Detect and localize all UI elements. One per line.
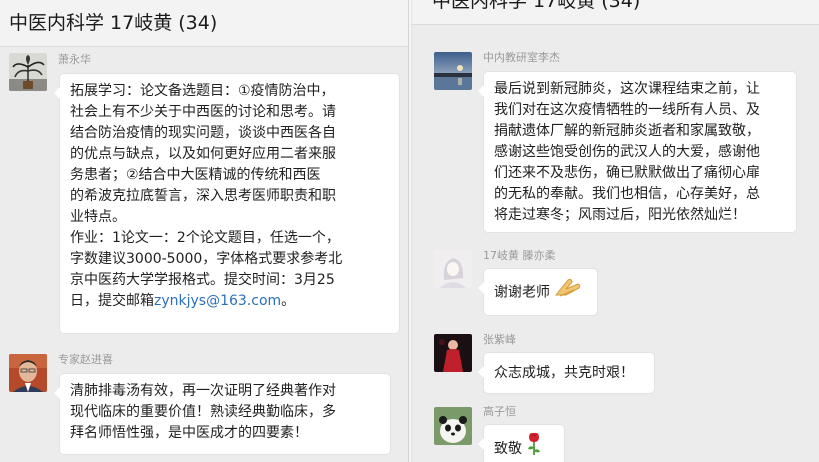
- message-line: 字数建议3000-5000，字体格式要求参考北: [70, 251, 343, 267]
- message-line: 业特点。: [70, 209, 126, 225]
- message-line: 的希波克拉底誓言，深入思考医师职责和职: [70, 188, 336, 204]
- message-line: 现代临床的重要价值！熟读经典勤临床，多: [70, 404, 336, 420]
- message-line: 最后说到新冠肺炎，这次课程结束之前，让: [494, 81, 760, 97]
- girl-sketch-avatar[interactable]: [434, 250, 472, 288]
- message-bubble[interactable]: 拓展学习：论文备选题目：①疫情防治中， 社会上有不少关于中西医的讨论和思考。请 …: [54, 74, 399, 333]
- man-portrait-avatar[interactable]: [9, 354, 47, 392]
- panda-avatar[interactable]: [434, 407, 472, 445]
- message-bubble[interactable]: 清肺排毒汤有效，再一次证明了经典著作对 现代临床的重要价值！熟读经典勤临床，多 …: [54, 374, 390, 454]
- message-line: 社会上有不少关于中西医的讨论和思考。请: [70, 104, 336, 120]
- message-line: 务患者；②结合中大医精诚的传统和西医: [70, 167, 321, 183]
- message-text: 。: [281, 293, 296, 309]
- sender-name: 专家赵进喜: [58, 353, 113, 366]
- message-line: 拜名师悟性强，是中医成才的四要素！: [70, 425, 308, 441]
- message-line: 我们对在这次疫情牺牲的一线所有人员、及: [494, 102, 760, 118]
- praying-hands-emoji: [554, 276, 582, 309]
- message-bubble[interactable]: 众志成城，共克时艰！: [478, 353, 654, 393]
- email-link[interactable]: zynkjys@163.com: [154, 293, 281, 309]
- message-text: 致敬: [494, 441, 522, 457]
- message-line: 的优点与缺点，以及如何更好应用二者来服: [70, 146, 336, 162]
- message-text: 日，提交邮箱: [70, 293, 154, 309]
- message-line: 作业：1论文一：2个论文题目，任选一个，: [70, 230, 340, 246]
- rose-emoji: [526, 432, 542, 462]
- sender-name: 张紫峰: [483, 333, 516, 346]
- message-line: 捐献遗体厂解的新冠肺炎逝者和家属致敬，: [494, 123, 760, 139]
- message-line: 感谢这些饱受创伤的武汉人的大爱，感谢他: [494, 144, 760, 160]
- sender-name: 17岐黄 滕亦柔: [483, 249, 556, 262]
- chat-pane-left[interactable]: 中医内科学 17岐黄 (34) 萧永华 拓展学习：论文备选题目：①疫情防治中， …: [0, 0, 408, 462]
- message-line: 结合防治疫情的现实问题，谈谈中西医各自: [70, 125, 336, 141]
- message-line-last: 日，提交邮箱zynkjys@163.com。: [70, 291, 389, 312]
- message-bubble[interactable]: 最后说到新冠肺炎，这次课程结束之前，让 我们对在这次疫情牺牲的一线所有人员、及 …: [478, 72, 796, 232]
- sender-name: 中内教研室李杰: [483, 51, 560, 64]
- message-line: 们还来不及悲伤，确已默默做出了痛彻心扉: [494, 165, 760, 181]
- message-text: 众志成城，共克时艰！: [494, 365, 634, 381]
- message-bubble[interactable]: 致敬: [478, 425, 564, 462]
- message-line: 将走过寒冬；风雨过后，阳光依然灿烂！: [494, 207, 746, 223]
- chat-title: 中医内科学 17岐黄 (34): [412, 0, 819, 25]
- message-line: 京中医药大学学报格式。提交时间：3月25: [70, 272, 335, 288]
- message-line: 清肺排毒汤有效，再一次证明了经典著作对: [70, 383, 336, 399]
- chat-title: 中医内科学 17岐黄 (34): [0, 0, 408, 47]
- message-line: 拓展学习：论文备选题目：①疫情防治中，: [70, 83, 335, 99]
- red-dress-photo-avatar[interactable]: [434, 334, 472, 372]
- chat-pane-right[interactable]: 中医内科学 17岐黄 (34) 中内教研室李杰 最后说到新冠肺炎，这次课程结束之…: [412, 0, 819, 462]
- message-bubble[interactable]: 谢谢老师: [478, 269, 597, 315]
- sunset-lake-avatar[interactable]: [434, 52, 472, 90]
- message-text: 谢谢老师: [494, 284, 550, 301]
- plant-photo-avatar[interactable]: [9, 53, 47, 91]
- message-line: 的无私的奉献。我们也相信，心存美好，总: [494, 186, 760, 202]
- sender-name: 高子恒: [483, 405, 516, 418]
- sender-name: 萧永华: [58, 53, 91, 66]
